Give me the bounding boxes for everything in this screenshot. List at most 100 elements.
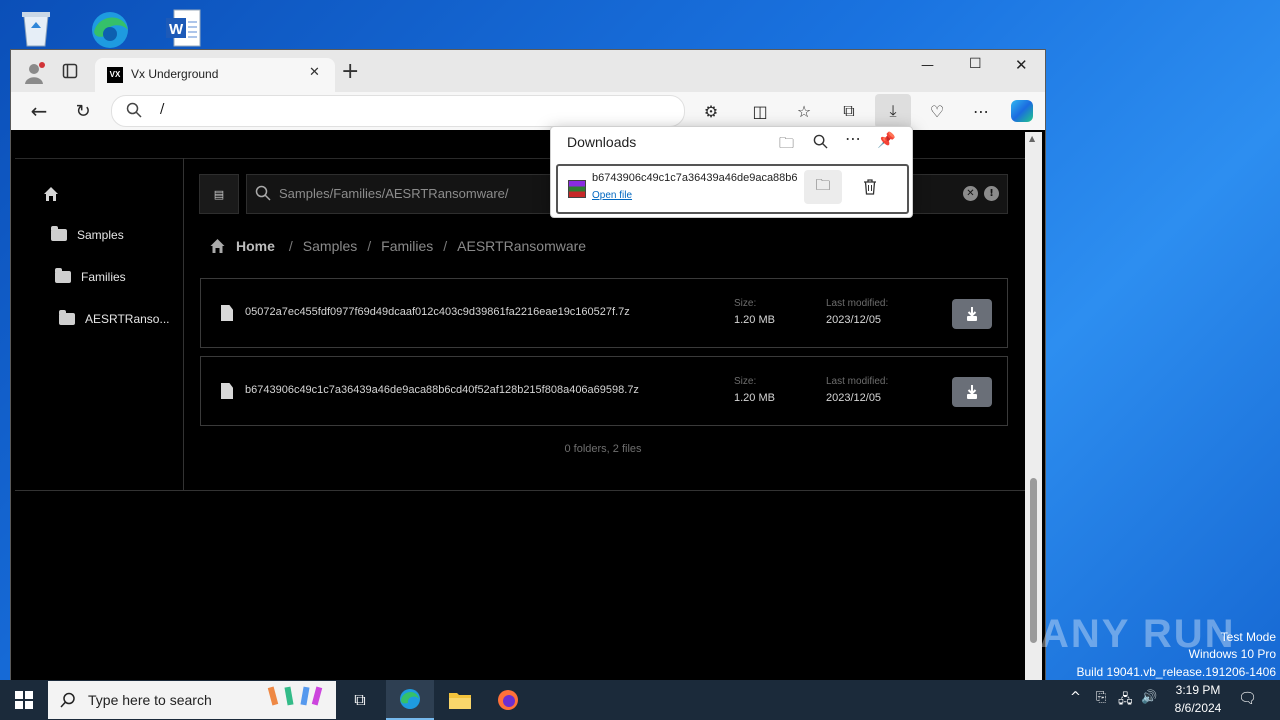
modified-label: Last modified:: [826, 376, 889, 387]
edge-icon[interactable]: [88, 6, 132, 50]
collections-icon[interactable]: ⧉: [833, 96, 865, 126]
download-icon: [967, 307, 977, 321]
tab-favicon: VX: [107, 67, 123, 83]
downloads-icon[interactable]: ⤓: [875, 94, 911, 128]
download-icon: [967, 385, 977, 399]
tab-title: Vx Underground: [131, 67, 219, 81]
show-hidden-icons-icon[interactable]: ^: [1070, 690, 1081, 705]
divider: [15, 490, 1025, 491]
clock-time[interactable]: 3:19 PM: [1168, 683, 1228, 697]
file-row[interactable]: b6743906c49c1c7a36439a46de9aca88b6cd40f5…: [200, 356, 1008, 426]
taskbar-edge-icon[interactable]: [386, 680, 434, 720]
back-arrow-icon[interactable]: ←: [23, 96, 55, 126]
home-icon: [210, 239, 225, 253]
file-name[interactable]: b6743906c49c1c7a36439a46de9aca88b6cd40f5…: [245, 384, 639, 396]
recycle-bin-icon[interactable]: [14, 6, 58, 50]
taskbar-search-placeholder: Type here to search: [88, 692, 212, 708]
path-search-value: Samples/Families/AESRTRansomware/: [279, 186, 509, 201]
file-row[interactable]: 05072a7ec455fdf0977f69d49dcaaf012c403c9d…: [200, 278, 1008, 348]
tab-actions-icon[interactable]: [59, 60, 81, 82]
svg-text:W: W: [169, 21, 184, 38]
tab-strip: VX Vx Underground ✕ + — ☐ ✕: [11, 50, 1045, 92]
task-view-icon[interactable]: ⧉: [336, 680, 384, 720]
file-explorer-icon[interactable]: [436, 680, 484, 720]
tray-device-icon[interactable]: ⎘: [1096, 690, 1106, 705]
notifications-icon[interactable]: 🗨: [1238, 689, 1257, 707]
breadcrumb-families[interactable]: Families: [381, 238, 433, 254]
close-tab-icon[interactable]: ✕: [309, 65, 320, 80]
sidebar: Samples Families AESRTRanso...: [15, 158, 184, 490]
download-file-name: b6743906c49c1c7a36439a46de9aca88b6: [592, 172, 798, 184]
split-screen-icon[interactable]: ◫: [744, 96, 776, 126]
sidebar-item-aesrtransomware[interactable]: AESRTRanso...: [59, 310, 170, 326]
paintbrushes-icon: [264, 685, 328, 715]
copilot-icon[interactable]: [1011, 100, 1033, 122]
tab-vx-underground[interactable]: VX Vx Underground ✕: [95, 58, 335, 92]
taskbar-search-box[interactable]: Type here to search: [48, 681, 336, 719]
pin-icon[interactable]: 📌: [877, 131, 896, 149]
open-file-link[interactable]: Open file: [592, 190, 632, 201]
archive-file-icon: [568, 180, 586, 198]
size-label: Size:: [734, 298, 757, 309]
delete-icon[interactable]: [852, 170, 888, 204]
favorites-icon[interactable]: ☆: [788, 96, 820, 126]
file-icon: [221, 305, 233, 321]
start-button[interactable]: [0, 680, 48, 720]
more-options-icon[interactable]: ⋯: [845, 129, 861, 148]
sidebar-item-label: AESRTRanso...: [85, 312, 170, 326]
maximize-button[interactable]: ☐: [969, 56, 982, 72]
modified-label: Last modified:: [826, 298, 889, 309]
sidebar-item-label: Families: [81, 270, 126, 284]
scroll-up-icon[interactable]: ▲: [1029, 134, 1035, 143]
sidebar-item-label: Samples: [77, 228, 124, 242]
address-bar[interactable]: /: [111, 95, 685, 127]
home-icon[interactable]: [43, 186, 59, 206]
more-menu-icon[interactable]: ⋯: [965, 96, 997, 126]
file-name[interactable]: 05072a7ec455fdf0977f69d49dcaaf012c403c9d…: [245, 306, 630, 318]
downloads-panel: Downloads 🗀 ⋯ 📌 b6743906c49c1c7a36439a46…: [550, 126, 913, 218]
profile-avatar-icon[interactable]: [23, 60, 49, 86]
file-icon: [221, 383, 233, 399]
breadcrumb-separator: /: [367, 238, 372, 254]
modified-value: 2023/12/05: [826, 314, 882, 326]
watermark-line1: Test Mode: [1220, 630, 1276, 644]
clock-date[interactable]: 8/6/2024: [1164, 701, 1232, 715]
refresh-icon[interactable]: ↻: [67, 96, 99, 126]
minimize-button[interactable]: —: [921, 58, 934, 73]
view-toggle-button[interactable]: ▤: [199, 174, 239, 214]
network-icon[interactable]: 🖧: [1118, 690, 1133, 712]
scroll-thumb[interactable]: [1030, 478, 1037, 643]
show-in-folder-icon[interactable]: 🗀: [804, 170, 842, 204]
windows-icon: [15, 691, 33, 709]
close-window-button[interactable]: ✕: [1015, 56, 1028, 74]
open-folder-icon[interactable]: 🗀: [779, 133, 794, 158]
download-item[interactable]: b6743906c49c1c7a36439a46de9aca88b6 Open …: [556, 164, 909, 214]
firefox-icon[interactable]: [484, 680, 532, 720]
breadcrumb-current: AESRTRansomware: [457, 238, 587, 254]
breadcrumb-home[interactable]: Home: [236, 238, 275, 254]
extensions-icon[interactable]: ⚙: [695, 96, 727, 126]
search-icon: [126, 102, 142, 122]
size-value: 1.20 MB: [734, 392, 775, 404]
folder-icon: [55, 268, 71, 283]
word-document-icon[interactable]: W: [162, 6, 206, 50]
download-button[interactable]: [952, 377, 992, 407]
volume-icon[interactable]: 🔊: [1141, 690, 1157, 705]
breadcrumb-separator: /: [443, 238, 448, 254]
alert-icon[interactable]: !: [984, 186, 999, 201]
search-icon[interactable]: [813, 134, 828, 153]
address-text[interactable]: /: [160, 102, 164, 117]
sidebar-item-samples[interactable]: Samples: [51, 226, 124, 242]
clear-icon[interactable]: ✕: [963, 186, 978, 201]
folder-icon: [51, 226, 67, 241]
breadcrumb-samples[interactable]: Samples: [303, 238, 357, 254]
downloads-title: Downloads: [567, 134, 637, 150]
browser-essentials-icon[interactable]: ♡: [921, 96, 953, 126]
vertical-scrollbar[interactable]: ▲: [1025, 132, 1042, 693]
folder-icon: [59, 310, 75, 325]
breadcrumb-separator: /: [288, 238, 293, 254]
watermark-line3: Build 19041.vb_release.191206-1406: [1076, 665, 1277, 679]
new-tab-icon[interactable]: +: [341, 60, 359, 84]
download-button[interactable]: [952, 299, 992, 329]
sidebar-item-families[interactable]: Families: [55, 268, 126, 284]
